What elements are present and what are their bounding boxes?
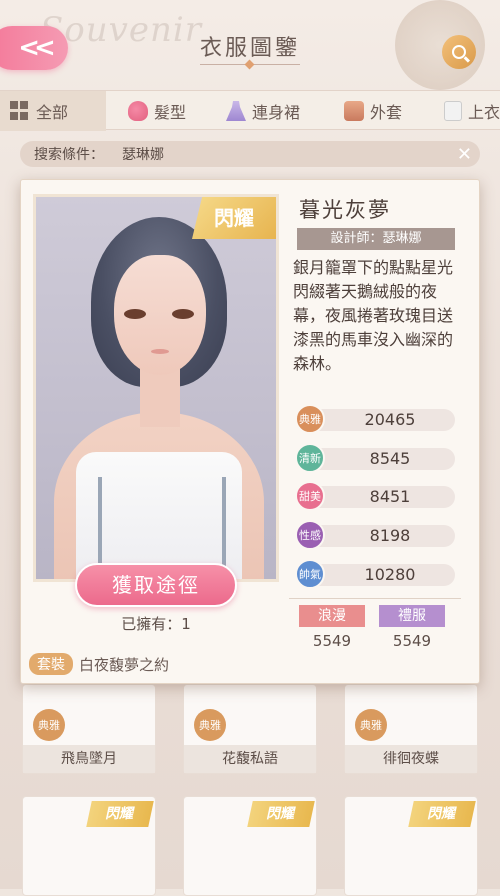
grid-icon	[10, 101, 30, 121]
coat-icon	[344, 101, 364, 121]
search-value: 瑟琳娜	[122, 147, 164, 163]
style-badge: 典雅	[194, 709, 226, 741]
tab-hair[interactable]: 髮型	[106, 91, 216, 131]
shine-tag: 閃耀	[247, 801, 315, 827]
style-badge: 典雅	[33, 709, 65, 741]
character-portrait: 閃耀	[33, 194, 279, 582]
tab-all[interactable]: 全部	[0, 91, 106, 131]
elegant-icon: 典雅	[295, 404, 325, 434]
search-icon	[452, 45, 466, 59]
card-name: 花馥私語	[184, 745, 316, 773]
category-tabs: 全部 髮型 連身裙 外套 上衣	[0, 90, 500, 131]
shine-tag: 閃耀	[192, 197, 276, 239]
tab-label: 外套	[370, 103, 403, 122]
cool-icon: 帥氣	[295, 559, 325, 589]
set-tag: 套裝	[29, 653, 73, 675]
hair-icon	[128, 101, 148, 121]
header: << 衣服圖鑒	[0, 0, 500, 90]
shine-tag: 閃耀	[86, 801, 154, 827]
dress-icon	[226, 101, 246, 121]
grid-card[interactable]: 典雅 飛鳥墜月	[22, 684, 156, 774]
owned-count: 已擁有：1	[121, 615, 191, 633]
stat-value: 10280	[364, 565, 416, 584]
card-name: 徘徊夜蝶	[345, 745, 477, 773]
tab-label: 上衣	[467, 103, 500, 122]
grid-card[interactable]: 閃耀	[183, 796, 317, 896]
grid-card[interactable]: 典雅 徘徊夜蝶	[344, 684, 478, 774]
search-button[interactable]	[442, 35, 476, 69]
grid-card[interactable]: 閃耀	[22, 796, 156, 896]
card-name: 飛鳥墜月	[23, 745, 155, 773]
stat-value: 8198	[369, 526, 411, 545]
top-icon	[444, 101, 462, 121]
item-detail-popup: 閃耀 獲取途徑 已擁有：1 套裝 白夜馥夢之約 暮光灰夢 設計師：瑟琳娜 銀月籠…	[20, 179, 480, 684]
fresh-icon: 清新	[295, 443, 325, 473]
set-name: 白夜馥夢之約	[79, 655, 170, 674]
stat-sweet: 甜美 8451	[295, 481, 455, 511]
stat-cool: 帥氣 10280	[295, 559, 455, 589]
attribute-value: 5549	[312, 632, 352, 650]
grid-card[interactable]: 閃耀	[344, 796, 478, 896]
designer-label: 設計師：瑟琳娜	[297, 228, 455, 250]
stat-value: 20465	[364, 410, 416, 429]
sweet-icon: 甜美	[295, 481, 325, 511]
divider	[289, 598, 461, 599]
stat-elegant: 典雅 20465	[295, 404, 455, 434]
attribute-formal: 禮服	[379, 605, 445, 627]
shine-tag: 閃耀	[408, 801, 476, 827]
close-icon[interactable]: ✕	[457, 144, 472, 165]
tab-coat[interactable]: 外套	[320, 91, 430, 131]
item-name: 暮光灰夢	[299, 198, 391, 222]
search-label: 搜索條件：	[34, 147, 104, 163]
item-description: 銀月籠罩下的點點星光閃綴著天鵝絨般的夜幕，夜風捲著玫瑰目送漆黑的馬車沒入幽深的森…	[293, 258, 454, 373]
set-info[interactable]: 套裝 白夜馥夢之約	[29, 653, 169, 675]
search-filter-bar[interactable]: 搜索條件： 瑟琳娜 ✕	[20, 141, 480, 167]
stat-value: 8451	[369, 487, 411, 506]
tab-label: 髮型	[154, 103, 187, 122]
stat-fresh: 清新 8545	[295, 443, 455, 473]
tab-top[interactable]: 上衣	[430, 91, 500, 131]
attribute-value: 5549	[392, 632, 432, 650]
style-badge: 典雅	[355, 709, 387, 741]
stat-value: 8545	[369, 449, 411, 468]
sexy-icon: 性感	[295, 520, 325, 550]
page-title: 衣服圖鑒	[199, 36, 300, 61]
tab-label: 連身裙	[252, 103, 301, 122]
grid-card[interactable]: 典雅 花馥私語	[183, 684, 317, 774]
attribute-romantic: 浪漫	[299, 605, 365, 627]
obtain-method-button[interactable]: 獲取途徑	[75, 563, 237, 607]
tab-label: 全部	[36, 103, 69, 122]
stat-sexy: 性感 8198	[295, 520, 455, 550]
tab-dress[interactable]: 連身裙	[216, 91, 320, 131]
